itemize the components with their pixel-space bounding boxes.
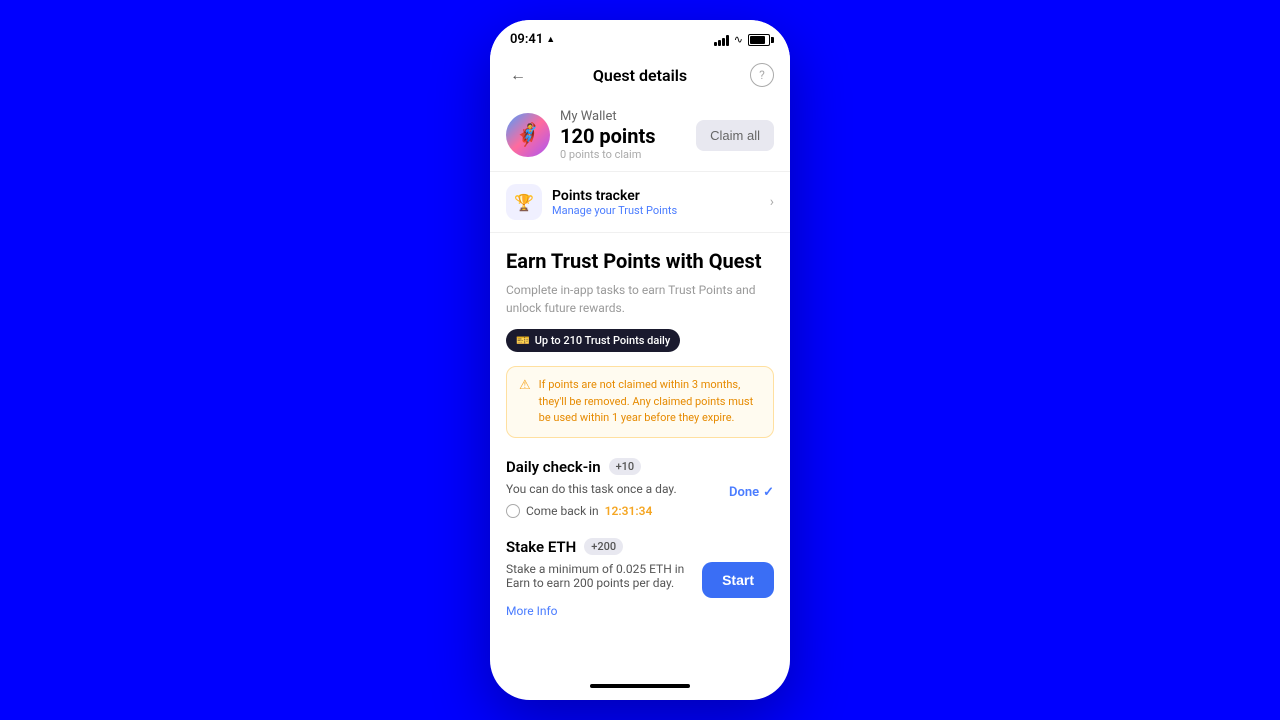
checkin-points: +10: [609, 458, 642, 475]
points-tracker-row[interactable]: 🏆 Points tracker Manage your Trust Point…: [490, 172, 790, 233]
status-time: 09:41 ▲: [510, 32, 555, 47]
status-bar: 09:41 ▲ ∿: [490, 20, 790, 53]
warning-text: If points are not claimed within 3 month…: [539, 377, 761, 427]
help-button[interactable]: ?: [750, 63, 774, 87]
time-text: 09:41: [510, 32, 543, 47]
chevron-right-icon: ›: [770, 194, 774, 210]
come-back-row: Come back in 12:31:34: [506, 504, 774, 518]
more-info-link[interactable]: More Info: [506, 604, 558, 618]
phone-frame: 09:41 ▲ ∿ ← Quest details ?: [490, 20, 790, 700]
wallet-name: My Wallet: [560, 109, 655, 124]
tracker-title: Points tracker: [552, 188, 677, 204]
checkin-title: Daily check-in: [506, 458, 601, 476]
status-icons: ∿: [714, 33, 770, 46]
location-arrow-icon: ▲: [546, 34, 555, 45]
stake-points: +200: [584, 538, 623, 555]
wallet-info: 🦸 My Wallet 120 points 0 points to claim: [506, 109, 655, 161]
page-title: Quest details: [593, 66, 687, 85]
main-content: 🦸 My Wallet 120 points 0 points to claim…: [490, 99, 790, 676]
wallet-claim-text: 0 points to claim: [560, 148, 655, 161]
home-indicator: [490, 676, 790, 700]
signal-bars-icon: [714, 34, 729, 46]
wifi-icon: ∿: [734, 33, 743, 46]
stake-header: Stake ETH +200: [506, 538, 774, 556]
start-button[interactable]: Start: [702, 562, 774, 598]
done-badge: Done ✓: [729, 485, 774, 500]
stake-description: Stake a minimum of 0.025 ETH in Earn to …: [506, 562, 686, 590]
circle-icon: [506, 504, 520, 518]
warning-icon: ⚠: [519, 378, 531, 393]
tracker-icon: 🏆: [506, 184, 542, 220]
checkmark-icon: ✓: [763, 485, 774, 500]
countdown-timer: 12:31:34: [605, 504, 653, 518]
quest-description: Complete in-app tasks to earn Trust Poin…: [506, 281, 774, 317]
wallet-points: 120 points: [560, 124, 655, 148]
wallet-section: 🦸 My Wallet 120 points 0 points to claim…: [490, 99, 790, 172]
checkin-description: You can do this task once a day.: [506, 482, 677, 496]
stake-title: Stake ETH: [506, 538, 576, 556]
quest-badge: 🎫 Up to 210 Trust Points daily: [506, 329, 680, 352]
badge-icon: 🎫: [516, 334, 530, 347]
quest-content: Earn Trust Points with Quest Complete in…: [490, 233, 790, 438]
battery-icon: [748, 34, 770, 46]
avatar: 🦸: [506, 113, 550, 157]
header: ← Quest details ?: [490, 53, 790, 99]
daily-checkin-section: Daily check-in +10 You can do this task …: [490, 458, 790, 518]
claim-all-button[interactable]: Claim all: [696, 120, 774, 151]
warning-box: ⚠ If points are not claimed within 3 mon…: [506, 366, 774, 438]
stake-eth-section: Stake ETH +200 Stake a minimum of 0.025 …: [490, 538, 790, 619]
tracker-subtitle: Manage your Trust Points: [552, 204, 677, 217]
wallet-text: My Wallet 120 points 0 points to claim: [560, 109, 655, 161]
home-bar: [590, 684, 690, 688]
back-button[interactable]: ←: [506, 61, 530, 89]
checkin-header: Daily check-in +10: [506, 458, 774, 476]
quest-title: Earn Trust Points with Quest: [506, 249, 774, 273]
